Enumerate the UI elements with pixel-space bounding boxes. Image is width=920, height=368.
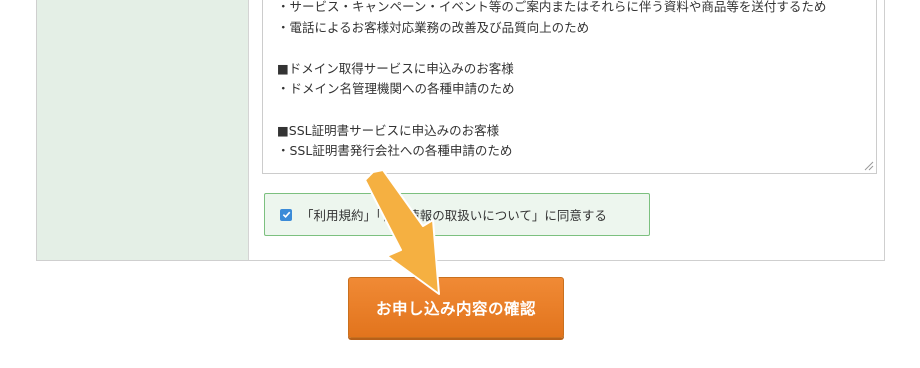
terms-line: ・ドメイン名管理機関への各種申請のため <box>277 81 515 97</box>
terms-textarea[interactable]: ・サービス・キャンペーン・イベント等のご案内またはそれらに伴う資料や商品等を送付… <box>262 0 877 174</box>
agree-label[interactable]: 「利用規約」「個人情報の取扱いについて」に同意する <box>301 205 607 224</box>
form-value-cell: ・サービス・キャンペーン・イベント等のご案内またはそれらに伴う資料や商品等を送付… <box>249 0 884 260</box>
resize-grip-icon[interactable] <box>864 161 874 171</box>
confirm-application-button[interactable]: お申し込み内容の確認 <box>348 277 564 338</box>
submit-wrap: お申し込み内容の確認 <box>348 277 564 338</box>
terms-line: ・SSL証明書発行会社への各種申請のため <box>277 143 513 159</box>
terms-line: ■SSL証明書サービスに申込みのお客様 <box>277 122 500 138</box>
terms-line: ・サービス・キャンペーン・イベント等のご案内またはそれらに伴う資料や商品等を送付… <box>277 0 827 14</box>
agree-box: 「利用規約」「個人情報の取扱いについて」に同意する <box>264 193 650 236</box>
form-table: ・サービス・キャンペーン・イベント等のご案内またはそれらに伴う資料や商品等を送付… <box>36 0 885 261</box>
form-label-cell <box>37 0 249 260</box>
terms-line-blank <box>277 100 876 121</box>
terms-line: ・電話によるお客様対応業務の改善及び品質向上のため <box>277 19 590 35</box>
terms-line: ■ドメイン取得サービスに申込みのお客様 <box>277 60 514 76</box>
checkmark-icon <box>282 211 290 219</box>
terms-line-blank <box>277 38 876 59</box>
agree-checkbox[interactable] <box>280 208 292 221</box>
